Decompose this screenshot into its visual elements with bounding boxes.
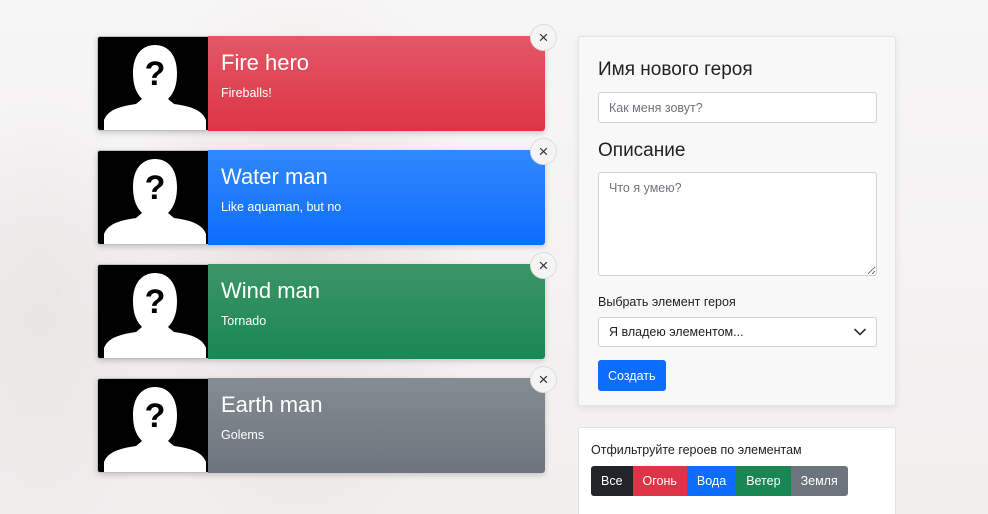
hero-list: ? Fire hero Fireballs! × ? Water man Lik… <box>97 24 557 492</box>
close-icon: × <box>538 142 549 161</box>
close-icon: × <box>538 370 549 389</box>
filter-earth-button[interactable]: Земля <box>790 466 848 496</box>
hero-avatar-placeholder-icon: ? <box>97 150 208 245</box>
hero-card-earth: ? Earth man Golems × <box>97 366 557 473</box>
filter-fire-button[interactable]: Огонь <box>632 466 687 496</box>
close-icon: × <box>538 256 549 275</box>
close-icon: × <box>538 28 549 47</box>
name-heading: Имя нового героя <box>598 59 753 80</box>
remove-hero-button[interactable]: × <box>530 138 557 165</box>
remove-hero-button[interactable]: × <box>530 366 557 393</box>
element-select-value: Я владею элементом... <box>609 325 744 339</box>
unknown-person-icon: ? <box>98 379 208 472</box>
filter-title: Отфильтруйте героев по элементам <box>591 443 802 457</box>
filter-all-button[interactable]: Все <box>591 466 633 496</box>
hero-card-fire: ? Fire hero Fireballs! × <box>97 24 557 131</box>
hero-avatar-placeholder-icon: ? <box>97 378 208 473</box>
hero-body: Fire hero Fireballs! <box>208 36 545 131</box>
chevron-down-icon <box>854 328 866 336</box>
filter-button-group: Все Огонь Вода Ветер Земля <box>591 466 883 496</box>
create-hero-button[interactable]: Создать <box>598 360 666 391</box>
unknown-person-icon: ? <box>98 151 208 244</box>
svg-text:?: ? <box>145 55 166 93</box>
unknown-person-icon: ? <box>98 265 208 358</box>
hero-card-wind: ? Wind man Tornado × <box>97 252 557 359</box>
hero-body: Water man Like aquaman, but no <box>208 150 545 245</box>
description-heading: Описание <box>598 140 686 161</box>
hero-description-textarea[interactable] <box>598 172 877 276</box>
element-filter-panel: Отфильтруйте героев по элементам Все Ого… <box>578 427 896 514</box>
unknown-person-icon: ? <box>98 37 208 130</box>
hero-description: Golems <box>221 428 265 442</box>
hero-body: Wind man Tornado <box>208 264 545 359</box>
hero-card-water: ? Water man Like aquaman, but no × <box>97 138 557 245</box>
hero-name: Wind man <box>221 278 321 303</box>
hero-name: Fire hero <box>221 50 310 75</box>
element-select-label: Выбрать элемент героя <box>598 295 736 309</box>
hero-description: Fireballs! <box>221 86 272 100</box>
hero-name: Water man <box>221 164 328 189</box>
element-select[interactable]: Я владею элементом... <box>598 317 877 347</box>
svg-text:?: ? <box>145 397 166 435</box>
filter-water-button[interactable]: Вода <box>686 466 737 496</box>
hero-avatar-placeholder-icon: ? <box>97 264 208 359</box>
hero-name-input[interactable] <box>598 92 877 123</box>
hero-avatar-placeholder-icon: ? <box>97 36 208 131</box>
hero-description: Tornado <box>221 314 267 328</box>
filter-wind-button[interactable]: Ветер <box>736 466 791 496</box>
svg-text:?: ? <box>145 169 166 207</box>
svg-text:?: ? <box>145 283 166 321</box>
remove-hero-button[interactable]: × <box>530 252 557 279</box>
hero-description: Like aquaman, but no <box>221 200 342 214</box>
hero-name: Earth man <box>221 392 323 417</box>
hero-body: Earth man Golems <box>208 378 545 473</box>
remove-hero-button[interactable]: × <box>530 24 557 51</box>
new-hero-form: Имя нового героя Описание Выбрать элемен… <box>578 36 896 406</box>
